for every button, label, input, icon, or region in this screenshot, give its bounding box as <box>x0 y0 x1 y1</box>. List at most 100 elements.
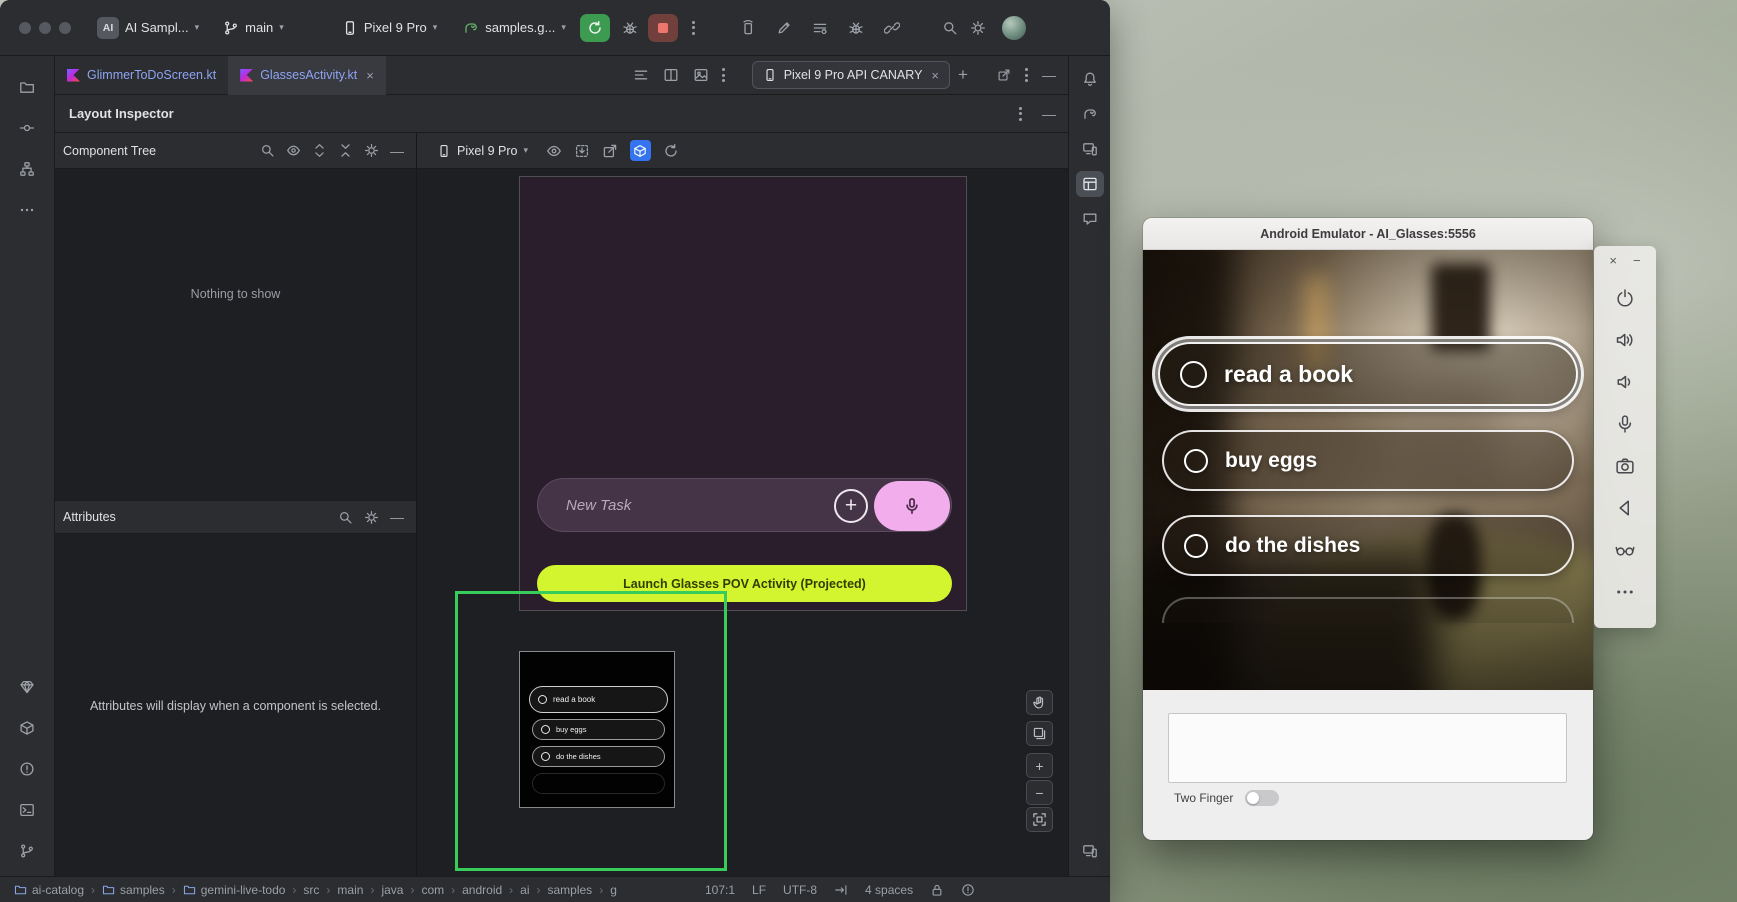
code-view-button[interactable] <box>628 63 654 87</box>
snapshot-icon[interactable] <box>574 143 590 159</box>
hide-panel-icon[interactable]: — <box>1042 68 1056 82</box>
user-avatar[interactable] <box>1002 16 1026 40</box>
stop-app-button[interactable] <box>648 14 678 42</box>
rerun-app-button[interactable] <box>580 14 610 42</box>
hide-tree-icon[interactable]: — <box>390 144 404 158</box>
two-finger-toggle[interactable] <box>1245 790 1279 806</box>
device-manager-tool-button[interactable] <box>1076 136 1104 162</box>
microphone-button[interactable] <box>1608 409 1642 439</box>
hide-inspector-icon[interactable]: — <box>1042 107 1056 121</box>
expand-all-icon[interactable] <box>312 143 327 158</box>
run-configuration-selector[interactable]: samples.g... ▾ <box>463 20 566 36</box>
close-window-button[interactable] <box>19 22 31 34</box>
target-device-selector[interactable]: Pixel 9 Pro ▾ <box>342 20 437 36</box>
close-emulator-icon[interactable]: × <box>1609 254 1617 267</box>
inspections-icon[interactable] <box>961 883 975 897</box>
search-everywhere-button[interactable] <box>936 14 964 42</box>
emulator-titlebar[interactable]: Android Emulator - AI_Glasses:5556 <box>1143 218 1593 250</box>
layout-inspector-tool-button[interactable] <box>1076 171 1104 197</box>
checkbox-circle-icon[interactable] <box>1184 449 1208 473</box>
minimize-emulator-icon[interactable]: − <box>1633 254 1641 267</box>
visibility-icon[interactable] <box>286 143 301 158</box>
collapse-all-icon[interactable] <box>338 143 353 158</box>
indent-icon[interactable] <box>834 883 848 897</box>
attach-debugger-button[interactable] <box>842 14 870 42</box>
indent-size[interactable]: 4 spaces <box>865 883 913 897</box>
app-insights-tool-button[interactable] <box>1076 206 1104 232</box>
close-tab-icon[interactable]: × <box>366 68 374 83</box>
terminal-tool-button[interactable] <box>13 797 41 823</box>
version-control-tool-button[interactable] <box>13 838 41 864</box>
logcat-button[interactable] <box>806 14 834 42</box>
tab-options-kebab-icon[interactable] <box>714 63 734 87</box>
project-selector[interactable]: AI AI Sampl... ▾ <box>97 17 199 39</box>
commit-tool-button[interactable] <box>13 115 41 141</box>
refresh-icon[interactable] <box>663 143 679 159</box>
process-selector[interactable]: Pixel 9 Pro ▾ <box>437 144 528 158</box>
maximize-window-button[interactable] <box>59 22 71 34</box>
structure-tool-button[interactable] <box>13 156 41 182</box>
hide-attributes-icon[interactable]: — <box>390 510 404 524</box>
power-button[interactable] <box>1608 283 1642 313</box>
volume-down-button[interactable] <box>1608 367 1642 397</box>
emulator-screen[interactable]: read a book buy eggs do the dishes <box>1143 250 1593 690</box>
panel-options-kebab-icon[interactable] <box>1016 63 1036 87</box>
glasses-display-screenshot[interactable]: read a book buy eggs do the dishes <box>519 651 675 808</box>
gear-icon[interactable] <box>364 510 379 525</box>
lock-icon[interactable] <box>930 883 944 897</box>
todo-item[interactable]: read a book <box>1158 342 1578 406</box>
gradle-tool-button[interactable] <box>1076 101 1104 127</box>
breadcrumb-item[interactable]: samples <box>102 883 165 897</box>
breadcrumb-item[interactable]: android <box>462 883 502 897</box>
breadcrumb-item[interactable]: ai-catalog <box>14 883 84 897</box>
toggle-overlay-icon[interactable] <box>546 143 562 159</box>
caret-position[interactable]: 107:1 <box>705 883 735 897</box>
notifications-tool-button[interactable] <box>1076 66 1104 92</box>
zoom-to-fit-button[interactable] <box>1026 807 1053 832</box>
tab-glimmertodoscreen[interactable]: GlimmerToDoScreen.kt <box>55 56 228 95</box>
breadcrumb-item[interactable]: g <box>610 883 617 897</box>
line-separator[interactable]: LF <box>752 883 766 897</box>
file-encoding[interactable]: UTF-8 <box>783 883 817 897</box>
more-options-button[interactable] <box>1608 577 1642 607</box>
breadcrumb-item[interactable]: main <box>337 883 363 897</box>
settings-button[interactable] <box>964 14 992 42</box>
breadcrumb-item[interactable]: ai <box>520 883 529 897</box>
zoom-out-button[interactable]: − <box>1026 780 1053 805</box>
breadcrumb-item[interactable]: src <box>303 883 319 897</box>
minimize-window-button[interactable] <box>39 22 51 34</box>
whats-new-button[interactable] <box>13 674 41 700</box>
live-edit-button[interactable] <box>770 14 798 42</box>
close-device-tab-icon[interactable]: × <box>931 68 939 83</box>
pan-mode-button[interactable] <box>1026 690 1053 715</box>
toggle-3d-mode-button[interactable] <box>630 140 651 161</box>
pair-device-button[interactable] <box>878 14 906 42</box>
gear-icon[interactable] <box>364 143 379 158</box>
project-tool-button[interactable] <box>13 74 41 100</box>
open-in-new-window-button[interactable] <box>992 63 1016 87</box>
inspector-canvas[interactable]: New Task + Launch Glasses POV Activity (… <box>417 169 1068 876</box>
debug-button[interactable] <box>616 14 644 42</box>
vcs-branch-selector[interactable]: main ▾ <box>223 20 284 36</box>
layer-spacing-button[interactable] <box>1026 721 1053 746</box>
split-view-button[interactable] <box>658 63 684 87</box>
running-devices-tool-button[interactable] <box>1076 838 1104 864</box>
inspector-options-kebab-icon[interactable] <box>1010 102 1030 126</box>
breadcrumb-item[interactable]: com <box>421 883 444 897</box>
breadcrumb-item[interactable]: gemini-live-todo <box>183 883 286 897</box>
back-button[interactable] <box>1608 493 1642 523</box>
running-device-tab[interactable]: Pixel 9 Pro API CANARY × <box>752 61 950 89</box>
emulator-input-area[interactable] <box>1168 713 1567 783</box>
breadcrumb-item[interactable]: samples <box>548 883 593 897</box>
todo-item[interactable]: do the dishes <box>1162 515 1574 576</box>
design-view-button[interactable] <box>688 63 714 87</box>
checkbox-circle-icon[interactable] <box>1180 361 1207 388</box>
tab-glassesactivity[interactable]: GlassesActivity.kt × <box>228 56 386 95</box>
build-tool-button[interactable] <box>13 715 41 741</box>
glasses-mode-button[interactable] <box>1608 535 1642 565</box>
zoom-in-button[interactable]: + <box>1026 753 1053 778</box>
search-icon[interactable] <box>260 143 275 158</box>
more-tools-button[interactable] <box>13 197 41 223</box>
run-options-kebab-icon[interactable] <box>684 16 704 40</box>
problems-tool-button[interactable] <box>13 756 41 782</box>
